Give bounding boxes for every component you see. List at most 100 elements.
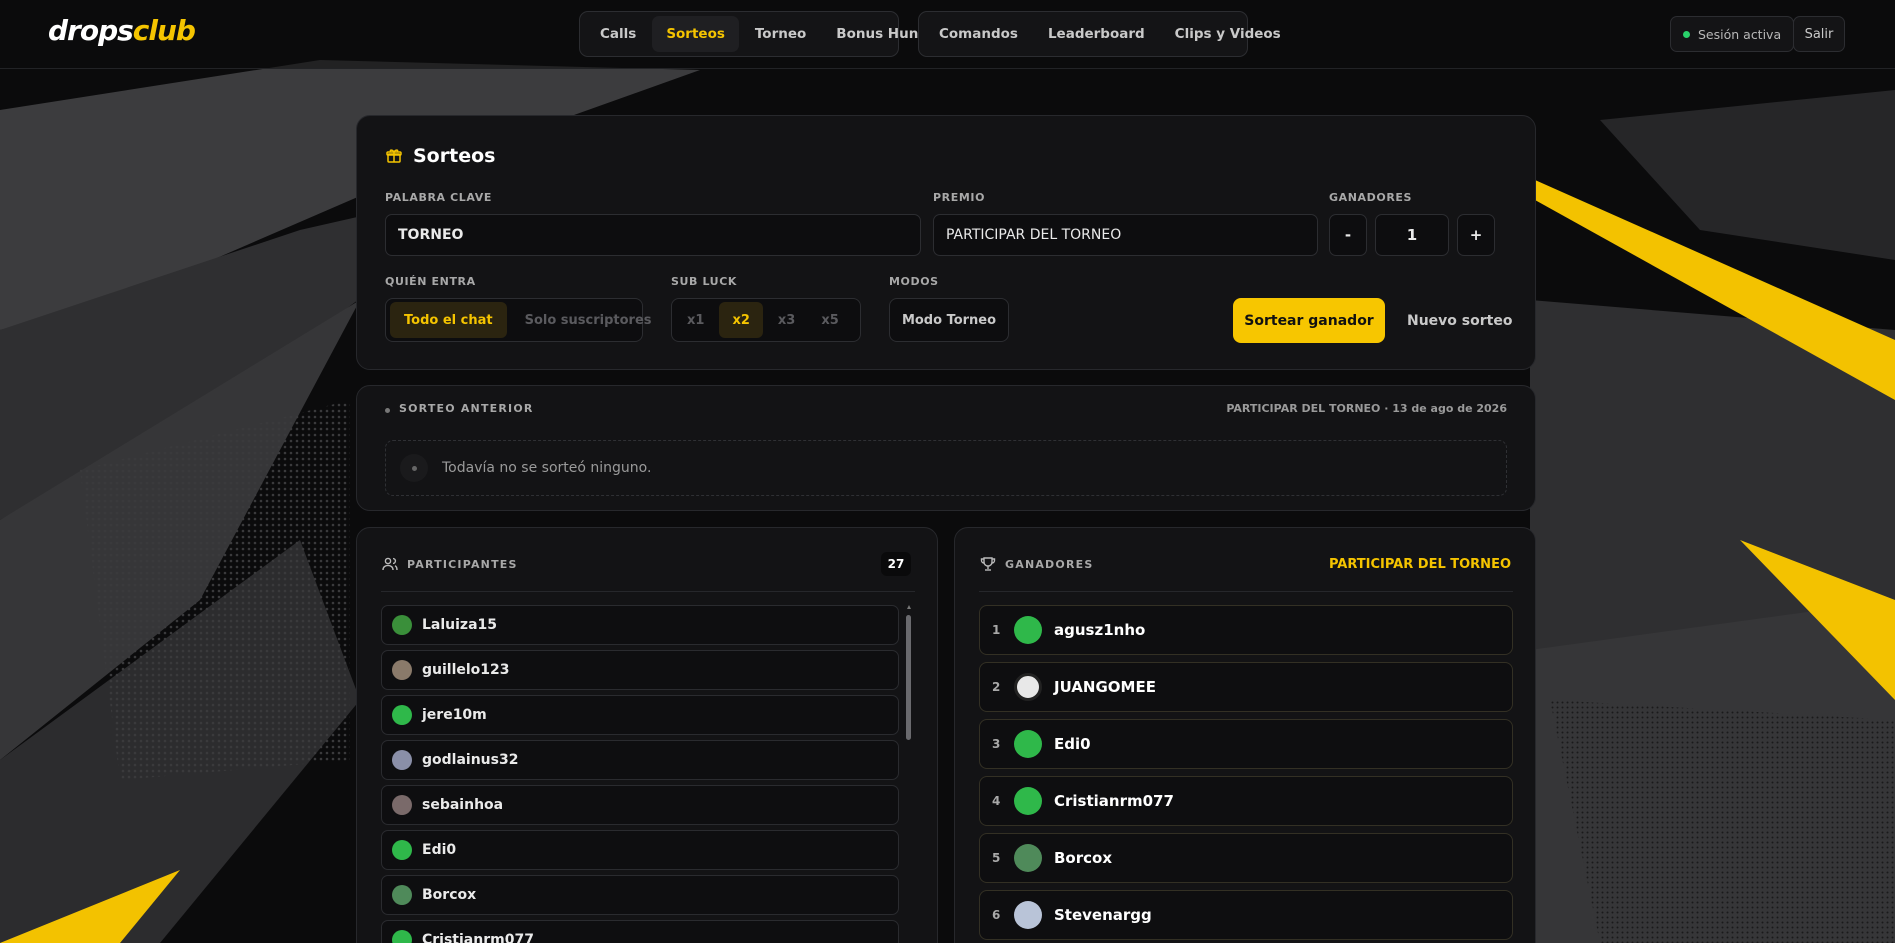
empty-state-icon xyxy=(400,454,428,482)
participants-scrollbar[interactable] xyxy=(905,605,913,943)
winners-increment-button[interactable]: + xyxy=(1457,214,1495,256)
previous-raffle-label: SORTEO ANTERIOR xyxy=(399,402,534,415)
winners-count-input[interactable]: 1 xyxy=(1375,214,1449,256)
avatar xyxy=(392,750,412,770)
trophy-icon xyxy=(979,555,997,573)
top-bar: dropsclub Calls Sorteos Torneo Bonus Hun… xyxy=(0,0,1895,69)
avatar xyxy=(1014,616,1042,644)
scrollbar-thumb[interactable] xyxy=(906,615,911,740)
who-all-chat-option[interactable]: Todo el chat xyxy=(390,302,507,338)
winners-decrement-button[interactable]: - xyxy=(1329,214,1367,256)
scroll-up-arrow-icon xyxy=(907,605,911,609)
winner-name: agusz1nho xyxy=(1054,621,1146,639)
subluck-toggle: x1 x2 x3 x5 xyxy=(671,298,861,342)
participant-row[interactable]: sebainhoa xyxy=(381,785,899,825)
participant-name: guillelo123 xyxy=(422,662,510,678)
winners-card: GANADORES PARTICIPAR DEL TORNEO 1 agusz1n… xyxy=(954,527,1536,943)
participant-row[interactable]: godlainus32 xyxy=(381,740,899,780)
nav-clips-videos[interactable]: Clips y Videos xyxy=(1161,16,1295,52)
brand-logo[interactable]: dropsclub xyxy=(48,14,196,47)
participant-name: Borcox xyxy=(422,887,477,903)
nav-leaderboard[interactable]: Leaderboard xyxy=(1034,16,1159,52)
avatar xyxy=(1014,730,1042,758)
participant-name: Edi0 xyxy=(422,842,457,858)
participants-title: PARTICIPANTES xyxy=(407,558,518,571)
winner-row[interactable]: 3 Edi0 xyxy=(979,719,1513,769)
nav-calls[interactable]: Calls xyxy=(586,16,650,52)
winner-rank: 6 xyxy=(992,908,1001,922)
participant-name: jere10m xyxy=(422,707,487,723)
avatar xyxy=(392,615,412,635)
mode-tournament-label: Modo Torneo xyxy=(901,312,997,328)
bullet-icon xyxy=(385,408,390,413)
avatar xyxy=(1014,787,1042,815)
session-status: Sesión activa xyxy=(1670,16,1795,52)
prize-input[interactable]: PARTICIPAR DEL TORNEO xyxy=(933,214,1318,256)
avatar xyxy=(392,795,412,815)
session-label: Sesión activa xyxy=(1698,26,1782,42)
draw-winner-button[interactable]: Sortear ganador xyxy=(1233,298,1385,343)
logo-text-club: club xyxy=(132,14,196,47)
users-icon xyxy=(381,555,399,573)
winner-rank: 4 xyxy=(992,794,1001,808)
divider xyxy=(979,591,1513,592)
winner-name: Borcox xyxy=(1054,849,1113,867)
mode-tournament-button[interactable]: Modo Torneo xyxy=(889,298,1009,342)
winner-rank: 5 xyxy=(992,851,1001,865)
participant-name: godlainus32 xyxy=(422,752,519,768)
participant-row[interactable]: Laluiza15 xyxy=(381,605,899,645)
status-dot-icon xyxy=(1683,30,1690,38)
avatar xyxy=(392,840,412,860)
nav-comandos[interactable]: Comandos xyxy=(925,16,1032,52)
winner-row[interactable]: 2 JUANGOMEE xyxy=(979,662,1513,712)
avatar xyxy=(392,705,412,725)
winner-row[interactable]: 4 Cristianrm077 xyxy=(979,776,1513,826)
winners-prize-tag: PARTICIPAR DEL TORNEO xyxy=(1328,557,1511,572)
subluck-x2-option[interactable]: x2 xyxy=(719,302,763,338)
nav-sorteos[interactable]: Sorteos xyxy=(652,16,739,52)
who-subs-only-option[interactable]: Solo suscriptores xyxy=(511,302,666,338)
participant-row[interactable]: guillelo123 xyxy=(381,650,899,690)
participant-name: Cristianrm077 xyxy=(422,932,534,943)
subluck-x1-option[interactable]: x1 xyxy=(676,302,715,338)
keyword-label: PALABRA CLAVE xyxy=(385,191,492,204)
subluck-x3-option[interactable]: x3 xyxy=(767,302,806,338)
keyword-input[interactable]: TORNEO xyxy=(385,214,921,256)
winner-name: Cristianrm077 xyxy=(1054,792,1174,810)
new-raffle-button[interactable]: Nuevo sorteo xyxy=(1407,298,1512,343)
subluck-x5-option[interactable]: x5 xyxy=(810,302,849,338)
previous-raffle-card: SORTEO ANTERIOR PARTICIPAR DEL TORNEO · … xyxy=(356,385,1536,511)
avatar xyxy=(1014,673,1042,701)
participant-row[interactable]: Edi0 xyxy=(381,830,899,870)
subluck-label: SUB LUCK xyxy=(671,275,738,288)
winner-row[interactable]: 5 Borcox xyxy=(979,833,1513,883)
winner-name: Stevenargg xyxy=(1054,906,1152,924)
winners-count-label: GANADORES xyxy=(1329,191,1413,204)
winner-row[interactable]: 6 Stevenargg xyxy=(979,890,1513,940)
avatar xyxy=(392,660,412,680)
raffle-card: Sorteos PALABRA CLAVE TORNEO PREMIO PART… xyxy=(356,115,1536,370)
prize-label: PREMIO xyxy=(933,191,986,204)
participant-name: Laluiza15 xyxy=(422,617,498,633)
raffle-title: Sorteos xyxy=(413,145,496,167)
nav-group-main: Calls Sorteos Torneo Bonus Hunt xyxy=(579,11,925,57)
winner-rank: 2 xyxy=(992,680,1001,694)
empty-state-text: Todavía no se sorteó ninguno. xyxy=(442,460,652,476)
winner-row[interactable]: 1 agusz1nho xyxy=(979,605,1513,655)
logout-button[interactable]: Salir xyxy=(1793,16,1845,52)
participant-row[interactable]: jere10m xyxy=(381,695,899,735)
avatar xyxy=(1014,844,1042,872)
divider xyxy=(381,591,915,592)
participant-row[interactable]: Borcox xyxy=(381,875,899,915)
avatar xyxy=(392,930,412,943)
winner-name: JUANGOMEE xyxy=(1054,678,1156,696)
nav-torneo[interactable]: Torneo xyxy=(741,16,820,52)
logo-text-drops: drops xyxy=(48,14,134,47)
who-enters-label: QUIÉN ENTRA xyxy=(385,275,476,288)
winners-title: GANADORES xyxy=(1005,558,1094,571)
winner-rank: 3 xyxy=(992,737,1001,751)
gift-icon xyxy=(385,147,403,165)
participants-card: PARTICIPANTES 27 Laluiza15 guillelo123 j… xyxy=(356,527,938,943)
participant-row[interactable]: Cristianrm077 xyxy=(381,920,899,943)
who-enters-toggle: Todo el chat Solo suscriptores xyxy=(385,298,652,342)
